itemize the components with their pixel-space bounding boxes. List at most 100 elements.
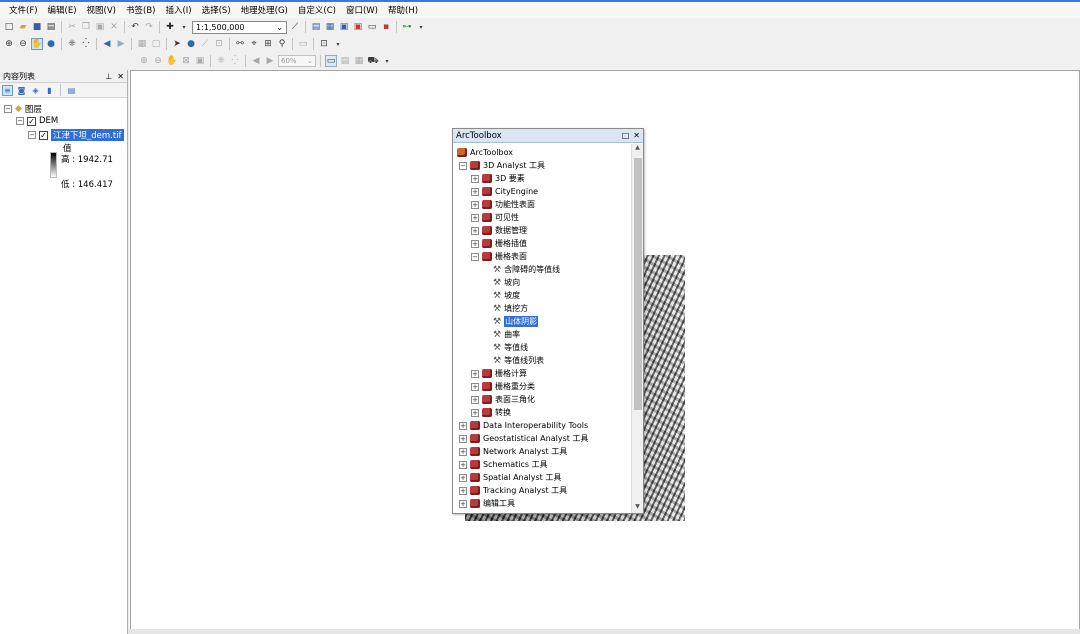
scroll-down-icon[interactable]: ▼ (632, 503, 643, 513)
expand-icon[interactable]: + (471, 187, 479, 196)
data-driven-pages-icon[interactable]: ⛟ (367, 55, 379, 67)
tree-toolbox[interactable]: + Geostatistical Analyst 工具 (459, 432, 588, 445)
collapse-icon[interactable]: − (28, 131, 36, 139)
tree-tool[interactable]: ⚒ 坡向 (493, 276, 520, 289)
list-by-drawing-order-icon[interactable]: ≡ (2, 84, 13, 96)
select-elements-icon[interactable]: ➤ (171, 38, 183, 50)
tree-root[interactable]: ArcToolbox (457, 146, 513, 159)
scroll-up-icon[interactable]: ▲ (632, 144, 643, 154)
measure-icon[interactable]: ⊡ (213, 38, 225, 50)
zoom-100-icon[interactable]: ▣ (194, 55, 206, 67)
tree-toolset-raster-surface[interactable]: − 栅格表面 (471, 250, 527, 263)
zoom-whole-page-icon[interactable]: ⊠ (180, 55, 192, 67)
open-folder-icon[interactable]: ▰ (17, 21, 29, 33)
zoom-out-icon[interactable]: ⊖ (17, 38, 29, 50)
catalog-icon[interactable]: ▦ (324, 21, 336, 33)
tree-toolbox[interactable]: + Spatial Analyst 工具 (459, 471, 561, 484)
pin-icon[interactable]: ⊥ (105, 72, 112, 81)
chevron-down-icon[interactable]: ▾ (381, 55, 393, 67)
expand-icon[interactable]: + (471, 226, 479, 235)
fixed-zoom-out-icon[interactable]: ⁛ (80, 38, 92, 50)
python-window-icon[interactable]: ▭ (366, 21, 378, 33)
chevron-down-icon[interactable]: ▾ (332, 38, 344, 50)
toc-layers-node[interactable]: − ◆ 图层 (4, 103, 42, 115)
expand-icon[interactable]: + (471, 382, 479, 391)
toc-dem-group[interactable]: − ✓ DEM (16, 116, 58, 126)
delete-icon[interactable]: ✕ (108, 21, 120, 33)
tree-tool[interactable]: ⚒ 曲率 (493, 328, 520, 341)
menu-windows[interactable]: 窗口(W) (341, 4, 383, 16)
expand-icon[interactable]: + (471, 200, 479, 209)
select-by-rectangle-icon[interactable]: ▦ (136, 38, 148, 50)
tree-toolset[interactable]: + 功能性表面 (471, 198, 535, 211)
collapse-icon[interactable]: − (471, 252, 479, 261)
expand-icon[interactable]: + (471, 213, 479, 222)
undo-icon[interactable]: ↶ (129, 21, 141, 33)
raster-layer-checkbox[interactable]: ✓ (39, 130, 48, 140)
tree-toolset[interactable]: + CityEngine (471, 185, 538, 198)
expand-icon[interactable]: + (459, 421, 467, 430)
arctoolbox-scrollbar[interactable]: ▲ ▼ (631, 144, 643, 513)
raster-layer-label[interactable]: 江津下坦_dem.tif (51, 129, 124, 141)
expand-icon[interactable]: + (471, 174, 479, 183)
chevron-down-icon[interactable]: ▾ (415, 21, 427, 33)
menu-bookmarks[interactable]: 书签(B) (121, 4, 160, 16)
add-data-icon[interactable]: ✚ (164, 21, 176, 33)
map-scale-select[interactable]: 1:1,500,000 ⌄ (192, 20, 287, 34)
arctoolbox-icon[interactable]: ▣ (352, 21, 364, 33)
identify-icon[interactable]: ● (185, 38, 197, 50)
change-layout-icon[interactable]: ▦ (353, 55, 365, 67)
tree-toolbox[interactable]: + Data Interoperability Tools (459, 419, 588, 432)
viewer-window-icon[interactable]: ▭ (297, 38, 309, 50)
tree-tool[interactable]: ⚒ 等值线 (493, 341, 528, 354)
expand-icon[interactable]: + (471, 408, 479, 417)
menu-insert[interactable]: 插入(I) (160, 4, 196, 16)
editor-toolbar-icon[interactable]: ⟋ (289, 21, 301, 33)
tree-tool[interactable]: ⚒ 坡度 (493, 289, 520, 302)
menu-help[interactable]: 帮助(H) (383, 4, 423, 16)
find-binoculars-icon[interactable]: ⚯ (234, 38, 246, 50)
tree-tool[interactable]: ⚒ 含障碍的等值线 (493, 263, 560, 276)
layout-zoom-in-icon[interactable]: ⊕ (138, 55, 150, 67)
menu-file[interactable]: 文件(F) (4, 4, 43, 16)
expand-icon[interactable]: + (459, 434, 467, 443)
scrollbar-thumb[interactable] (634, 158, 642, 410)
maximize-icon[interactable]: □ (622, 131, 630, 140)
list-by-selection-icon[interactable]: ▮ (44, 85, 55, 96)
back-arrow-icon[interactable]: ◀ (101, 38, 113, 50)
clear-selection-icon[interactable]: ▢ (150, 38, 162, 50)
zoom-in-icon[interactable]: ⊕ (3, 38, 15, 50)
focus-data-frame-icon[interactable]: ▤ (339, 55, 351, 67)
expand-icon[interactable]: + (471, 239, 479, 248)
redo-icon[interactable]: ↷ (143, 21, 155, 33)
close-icon[interactable]: ✕ (117, 72, 124, 81)
tree-toolbox[interactable]: + Schematics 工具 (459, 458, 548, 471)
menu-selection[interactable]: 选择(S) (197, 4, 236, 16)
tree-tool[interactable]: ⚒ 填挖方 (493, 302, 528, 315)
forward-arrow-icon[interactable]: ▶ (115, 38, 127, 50)
tree-toolset[interactable]: + 可见性 (471, 211, 519, 224)
table-of-contents-icon[interactable]: ▤ (310, 21, 322, 33)
tree-toolbox[interactable]: + Network Analyst 工具 (459, 445, 567, 458)
copy-icon[interactable]: ❐ (80, 21, 92, 33)
toggle-draft-mode-icon[interactable]: ▭ (325, 55, 337, 67)
fixed-zoom-in-layout-icon[interactable]: ⁜ (215, 55, 227, 67)
collapse-icon[interactable]: − (4, 105, 12, 113)
layout-zoom-select[interactable]: 60% ⌄ (278, 55, 316, 67)
fixed-zoom-in-icon[interactable]: ⁜ (66, 38, 78, 50)
full-extent-globe-icon[interactable]: ● (45, 38, 57, 50)
magnifier-window-icon[interactable]: ⊡ (318, 38, 330, 50)
tree-tool-hillshade[interactable]: ⚒ 山体阴影 (493, 315, 539, 328)
tree-3d-analyst[interactable]: − 3D Analyst 工具 (459, 159, 545, 172)
route-icon[interactable]: ⚲ (276, 38, 288, 50)
tree-toolbox[interactable]: + 编辑工具 (459, 497, 515, 510)
tree-toolset[interactable]: + 栅格重分类 (471, 380, 535, 393)
time-slider-icon[interactable]: ⊞ (262, 38, 274, 50)
tree-tool[interactable]: ⚒ 等值线列表 (493, 354, 544, 367)
layout-zoom-out-icon[interactable]: ⊖ (152, 55, 164, 67)
layout-pan-icon[interactable]: ✋ (166, 55, 178, 67)
new-document-icon[interactable]: □ (3, 21, 15, 33)
collapse-icon[interactable]: − (16, 117, 24, 125)
tree-toolset[interactable]: + 栅格计算 (471, 367, 527, 380)
forward-extent-icon[interactable]: ▶ (264, 55, 276, 67)
